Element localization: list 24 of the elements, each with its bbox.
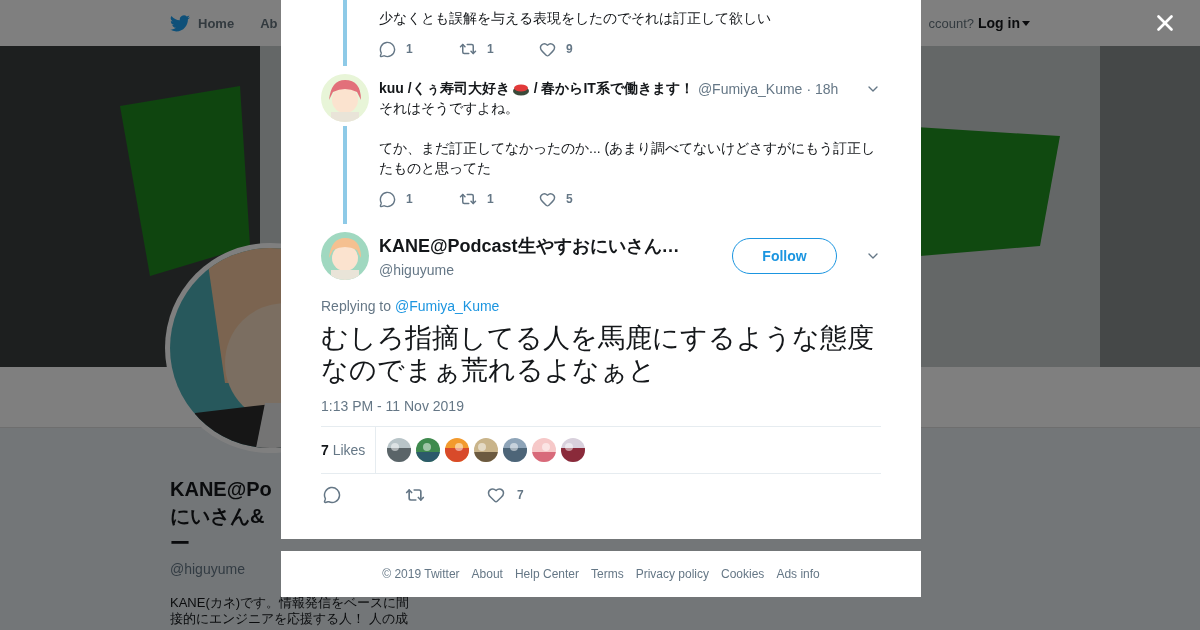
footer-link[interactable]: © 2019 Twitter xyxy=(382,567,460,581)
likes-count[interactable]: 7 Likes xyxy=(321,427,377,473)
caret-icon[interactable] xyxy=(1022,20,1030,26)
bird-logo-icon xyxy=(170,14,190,32)
profile-name: にいさん& xyxy=(170,504,265,529)
profile-bio: KANE(カネ)です。情報発信をベースに間 接的にエンジニアを応援する人！ 人の成 xyxy=(170,595,410,627)
account-prompt: ccount? xyxy=(928,15,974,31)
footer-link[interactable]: Terms xyxy=(591,567,624,581)
profile-handle: @higuyume xyxy=(170,561,245,577)
profile-name: ー xyxy=(170,531,190,556)
nav-link[interactable]: Home xyxy=(198,15,235,31)
profile-name: KANE@Po xyxy=(170,477,272,502)
reply-icon[interactable] xyxy=(323,486,341,504)
like-icon[interactable] xyxy=(487,486,505,504)
tweet-timestamp: 1:13 PM - 11 Nov 2019 xyxy=(321,398,465,414)
footer-link[interactable]: Help Center xyxy=(514,567,579,581)
login-link[interactable]: Log in xyxy=(978,15,1030,31)
footer-link[interactable]: Cookies xyxy=(721,567,765,581)
footer-link[interactable]: About xyxy=(471,567,503,581)
reply-text: 少なくとも誤解を与える表現をしたのでそれは訂正して欲しい xyxy=(379,9,772,28)
footer-link[interactable]: Privacy policy xyxy=(635,567,709,581)
footer-link[interactable]: Ads info xyxy=(776,567,820,581)
like-count: 7 xyxy=(517,488,524,502)
nav-link[interactable]: Ab xyxy=(260,15,278,31)
